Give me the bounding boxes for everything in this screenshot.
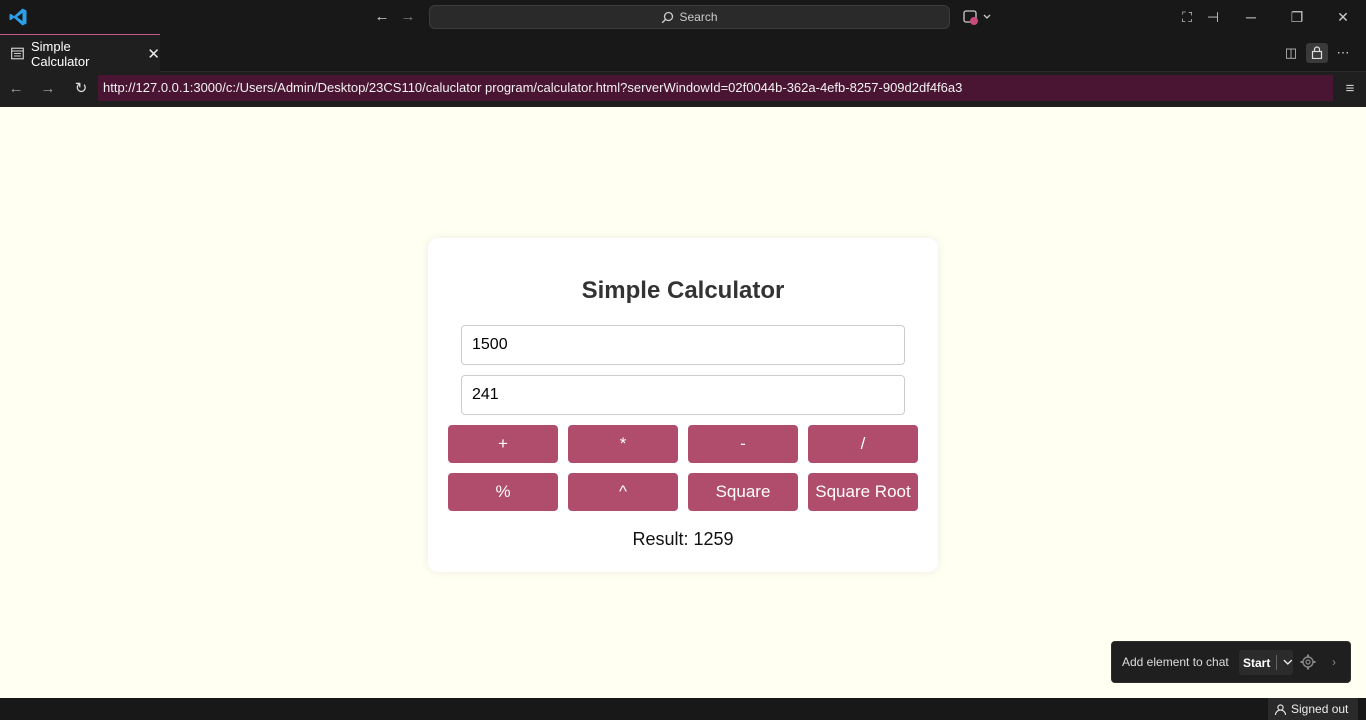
second-number-input[interactable]	[461, 375, 905, 415]
signed-out-label: Signed out	[1291, 702, 1349, 716]
url-input[interactable]: http://127.0.0.1:3000/c:/Users/Admin/Des…	[98, 75, 1333, 101]
browser-forward-icon[interactable]: →	[38, 79, 58, 99]
result-text: Result: 1259	[632, 529, 734, 549]
first-number-input[interactable]	[461, 325, 905, 365]
split-editor-icon[interactable]: ◫	[1280, 43, 1302, 63]
address-bar: ← → ↻ http://127.0.0.1:3000/c:/Users/Adm…	[0, 72, 1366, 107]
chat-popup-label: Add element to chat	[1122, 655, 1229, 669]
status-bar: Signed out	[0, 698, 1366, 720]
hamburger-menu-icon[interactable]: ≡	[1340, 79, 1360, 99]
chevron-right-icon[interactable]: ›	[1326, 652, 1342, 672]
back-arrow-icon[interactable]: ←	[372, 7, 392, 27]
square-root-button[interactable]: Square Root	[808, 473, 918, 511]
square-button[interactable]: Square	[688, 473, 798, 511]
add-element-to-chat-popup: Add element to chat Start ›	[1111, 641, 1351, 683]
close-window-icon[interactable]: ✕	[1332, 6, 1354, 28]
pin-icon[interactable]: ⊣	[1202, 6, 1224, 28]
forward-arrow-icon[interactable]: →	[398, 7, 418, 27]
minimize-icon[interactable]: ─	[1240, 6, 1262, 28]
subtract-button[interactable]: -	[688, 425, 798, 463]
chevron-down-icon[interactable]	[1283, 659, 1293, 666]
power-button[interactable]: ^	[568, 473, 678, 511]
calculator-title: Simple Calculator	[581, 277, 785, 304]
browser-back-icon[interactable]: ←	[6, 79, 26, 99]
command-search[interactable]: Search	[429, 5, 950, 29]
calculator-card: Simple Calculator + * - / % ^ Square Squ…	[428, 238, 938, 572]
layout-toggle-icon[interactable]: ⛶	[1176, 6, 1198, 28]
start-divider	[1276, 655, 1278, 670]
close-tab-icon[interactable]: ✕	[147, 45, 160, 63]
start-button[interactable]: Start	[1239, 650, 1293, 675]
tab-bar: Simple Calculator ✕ ◫ ⋯	[0, 34, 1366, 72]
modulo-button[interactable]: %	[448, 473, 558, 511]
restore-icon[interactable]: ❐	[1286, 6, 1308, 28]
search-label: Search	[679, 10, 718, 24]
account-status[interactable]: Signed out	[1268, 698, 1358, 720]
account-icon	[1274, 703, 1287, 715]
more-actions-icon[interactable]: ⋯	[1332, 43, 1354, 63]
search-icon	[662, 11, 674, 23]
title-bar: ← → Search ⛶ ⊣ ─ ❐ ✕	[0, 0, 1366, 34]
divide-button[interactable]: /	[808, 425, 918, 463]
gear-icon[interactable]	[1298, 652, 1318, 672]
preview-page-icon	[11, 47, 24, 60]
multiply-button[interactable]: *	[568, 425, 678, 463]
start-label: Start	[1243, 655, 1271, 670]
copilot-icon[interactable]	[962, 7, 994, 27]
tab-title: Simple Calculator	[30, 38, 90, 69]
page-viewport: Simple Calculator + * - / % ^ Square Squ…	[0, 107, 1366, 698]
reload-icon[interactable]: ↻	[71, 79, 91, 99]
tab-simple-calculator[interactable]: Simple Calculator ✕	[0, 34, 160, 72]
vscode-logo-icon	[9, 8, 27, 26]
lock-icon[interactable]	[1306, 43, 1328, 63]
add-button[interactable]: +	[448, 425, 558, 463]
